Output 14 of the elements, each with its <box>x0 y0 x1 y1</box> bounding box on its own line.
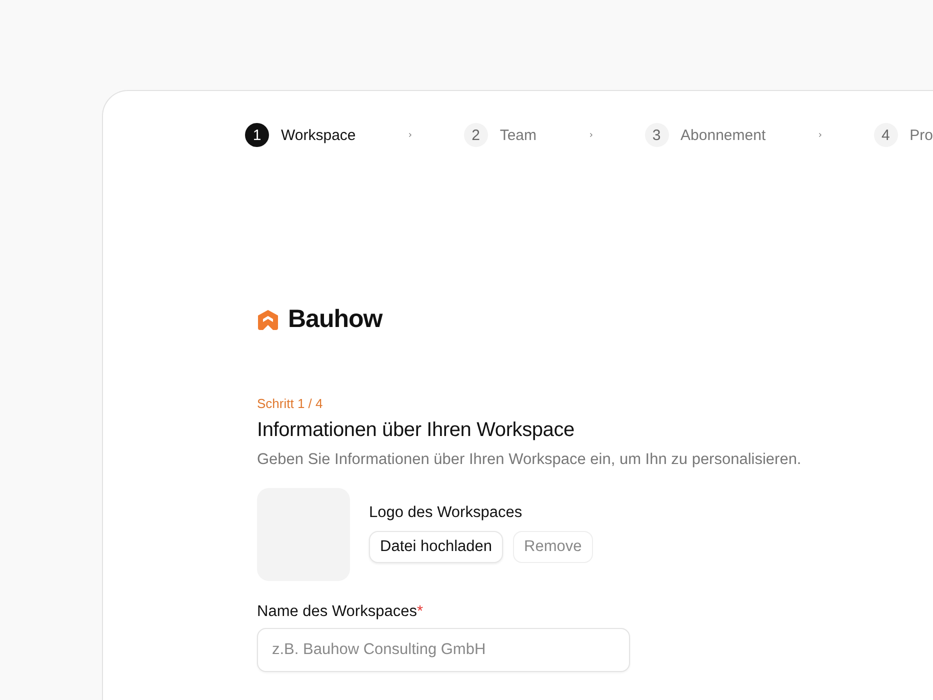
remove-button[interactable]: Remove <box>513 531 593 563</box>
step-tab[interactable]: 2 Team <box>464 123 536 147</box>
name-field-label: Name des Workspaces* <box>257 603 424 621</box>
brand-logo-icon <box>257 308 279 330</box>
upload-button[interactable]: Datei hochladen <box>369 531 504 563</box>
logo-label: Logo des Workspaces <box>369 504 524 522</box>
step-tab[interactable]: 1 Workspace <box>245 123 356 147</box>
form-description: Geben Sie Informationen über Ihren Workspace ein, um Ihn zu personalisieren. <box>257 451 802 469</box>
step-tab[interactable]: 3 Abonnement <box>644 123 766 147</box>
step-label: Schritt 1 / 4 <box>257 396 324 411</box>
form-title: Informationen über Ihren Workspace <box>257 419 576 442</box>
step-tab[interactable]: 4 Pro <box>874 123 933 147</box>
brand-name: Bauhow <box>288 305 382 334</box>
name-input-field[interactable]: z.B. Bauhow Consulting GmbH <box>257 628 630 672</box>
